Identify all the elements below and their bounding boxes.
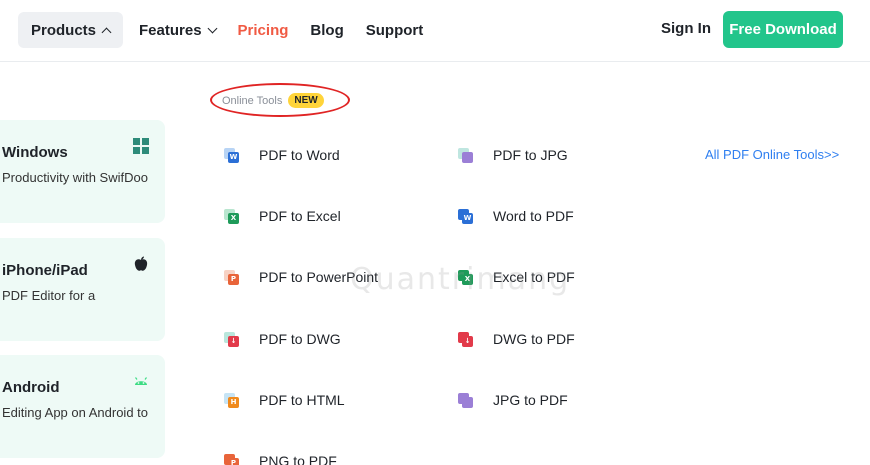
nav-products-label: Products — [31, 21, 97, 39]
tool-label: Word to PDF — [493, 208, 574, 224]
tool-pdf-to-word[interactable]: W PDF to Word — [224, 147, 340, 163]
android-icon — [135, 377, 147, 385]
section-label: Online Tools — [222, 94, 283, 107]
platform-desc: Productivity with SwifDoo — [2, 170, 148, 185]
tool-jpg-to-pdf[interactable]: JPG to PDF — [458, 392, 568, 408]
nav-features-label: Features — [139, 21, 202, 39]
tool-label: PDF to HTML — [259, 392, 345, 408]
tool-excel-to-pdf[interactable]: X Excel to PDF — [458, 269, 575, 285]
tool-label: PDF to JPG — [493, 147, 568, 163]
nav-support[interactable]: Support — [360, 12, 430, 48]
platform-title: iPhone/iPad — [2, 262, 88, 279]
tool-pdf-to-jpg[interactable]: PDF to JPG — [458, 147, 568, 163]
html-icon: H — [224, 392, 239, 408]
nav-features[interactable]: Features — [133, 12, 222, 48]
dwg-icon: ↓ — [224, 331, 239, 347]
top-nav: Products Features Pricing Blog Support S… — [0, 0, 870, 62]
powerpoint-icon: P — [224, 269, 239, 285]
tool-png-to-pdf[interactable]: P PNG to PDF — [224, 453, 337, 465]
image-icon — [458, 392, 473, 408]
all-pdf-online-tools-link[interactable]: All PDF Online Tools>> — [705, 147, 839, 162]
free-download-button[interactable]: Free Download — [723, 11, 843, 48]
nav-products[interactable]: Products — [18, 12, 124, 48]
platform-title: Android — [2, 379, 60, 396]
tool-label: Excel to PDF — [493, 269, 575, 285]
sign-in-link[interactable]: Sign In — [661, 20, 711, 37]
chevron-down-icon — [207, 23, 217, 33]
excel-icon: X — [458, 269, 473, 285]
apple-icon — [134, 256, 148, 271]
tool-label: PDF to PowerPoint — [259, 269, 379, 285]
tool-word-to-pdf[interactable]: W Word to PDF — [458, 208, 574, 224]
tool-label: PDF to Excel — [259, 208, 341, 224]
platform-desc: Editing App on Android to — [2, 405, 149, 420]
tool-label: PNG to PDF — [259, 453, 337, 465]
tool-pdf-to-powerpoint[interactable]: P PDF to PowerPoint — [224, 269, 378, 285]
tool-pdf-to-excel[interactable]: X PDF to Excel — [224, 208, 341, 224]
powerpoint-icon: P — [224, 453, 239, 465]
excel-icon: X — [224, 208, 239, 224]
new-badge: NEW — [288, 93, 324, 108]
nav-blog[interactable]: Blog — [304, 12, 349, 48]
tool-label: PDF to Word — [259, 147, 340, 163]
platform-card-windows[interactable]: Windows Productivity with SwifDoo — [0, 120, 165, 223]
word-icon: W — [458, 208, 473, 224]
tool-pdf-to-html[interactable]: H PDF to HTML — [224, 392, 345, 408]
platform-desc: PDF Editor for a — [2, 288, 96, 303]
tool-pdf-to-dwg[interactable]: ↓ PDF to DWG — [224, 331, 341, 347]
online-tools-heading: Online Tools NEW — [222, 93, 324, 108]
nav-pricing[interactable]: Pricing — [232, 12, 295, 48]
tool-label: DWG to PDF — [493, 331, 575, 347]
platform-card-android[interactable]: Android Editing App on Android to — [0, 355, 165, 458]
tool-label: PDF to DWG — [259, 331, 341, 347]
tool-label: JPG to PDF — [493, 392, 568, 408]
image-icon — [458, 147, 473, 163]
nav-menu: Products Features Pricing Blog Support — [18, 12, 439, 48]
word-icon: W — [224, 147, 239, 163]
chevron-up-icon — [101, 27, 112, 37]
tool-dwg-to-pdf[interactable]: ↓ DWG to PDF — [458, 331, 575, 347]
platform-card-iphone[interactable]: iPhone/iPad PDF Editor for a — [0, 238, 165, 341]
dwg-icon: ↓ — [458, 331, 473, 347]
platform-title: Windows — [2, 144, 68, 161]
windows-icon — [133, 138, 149, 154]
